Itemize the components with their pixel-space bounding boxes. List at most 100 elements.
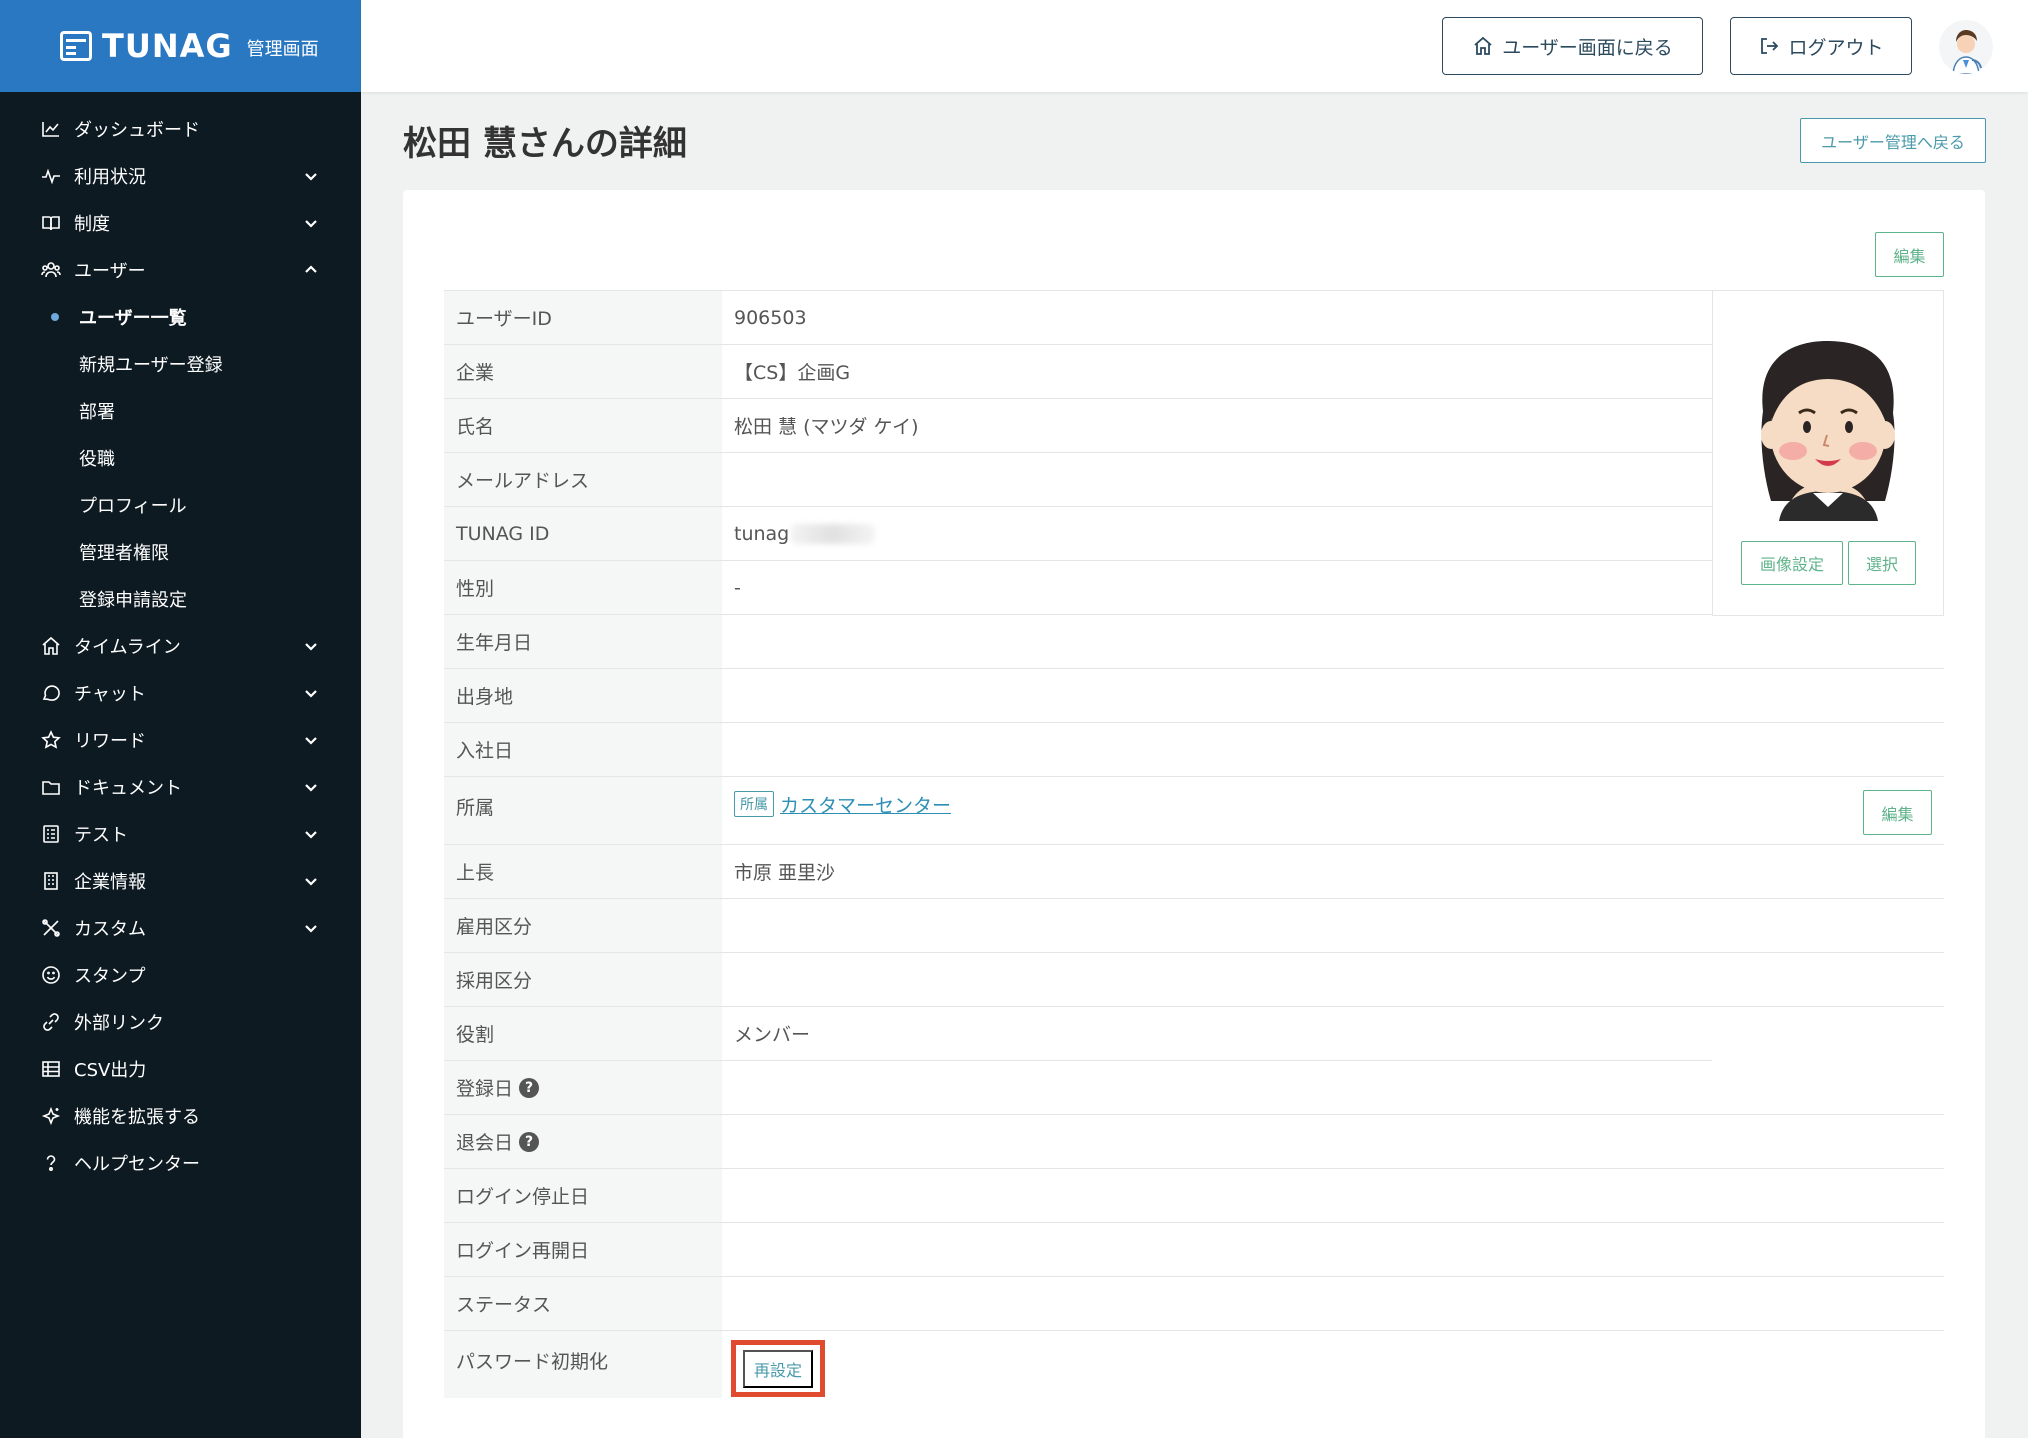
sidebar-item-label: 企業情報	[74, 871, 146, 893]
sidebar-subitem-positions[interactable]: 役職	[0, 434, 361, 481]
row-label: 採用区分	[444, 953, 722, 1006]
table-row: 所属 所属 カスタマーセンター	[444, 776, 1944, 844]
sidebar-subitem-profile[interactable]: プロフィール	[0, 481, 361, 528]
sidebar-item-csv-export[interactable]: CSV出力	[0, 1045, 361, 1092]
logout-label: ログアウト	[1788, 36, 1884, 59]
redacted-blur	[791, 523, 876, 544]
row-label: 出身地	[444, 669, 722, 722]
sidebar-item-stamp[interactable]: スタンプ	[0, 951, 361, 998]
edit-user-button[interactable]: 編集	[1875, 232, 1944, 277]
question-icon[interactable]: ?	[519, 1077, 540, 1098]
sidebar-item-system[interactable]: 制度	[0, 199, 361, 246]
row-value: 所属 カスタマーセンター	[722, 777, 951, 844]
sidebar-item-custom[interactable]: カスタム	[0, 904, 361, 951]
smile-icon	[40, 964, 62, 986]
row-value	[722, 723, 734, 776]
table-row: ユーザーID 906503	[444, 290, 1712, 344]
sidebar-item-dashboard[interactable]: ダッシュボード	[0, 105, 361, 152]
select-image-button[interactable]: 選択	[1848, 541, 1916, 585]
row-value: 【CS】企画G	[734, 362, 851, 384]
question-icon[interactable]: ?	[519, 1131, 540, 1152]
table-row: ログイン再開日	[444, 1222, 1944, 1276]
sidebar-item-label: 制度	[74, 213, 110, 235]
row-label: ログイン停止日	[444, 1169, 722, 1222]
brand-logo: TUNAG	[60, 27, 233, 65]
sidebar-item-label: 利用状況	[74, 166, 146, 188]
registered-label: 登録日	[456, 1078, 514, 1100]
sidebar-item-reward[interactable]: リワード	[0, 716, 361, 763]
department-link[interactable]: カスタマーセンター	[780, 791, 951, 818]
sidebar-item-label: テスト	[74, 824, 128, 846]
row-label: パスワード初期化	[444, 1331, 722, 1398]
sidebar-subitem-admin-permissions[interactable]: 管理者権限	[0, 528, 361, 575]
table-row: パスワード初期化	[444, 1330, 1944, 1398]
edit-department-button[interactable]: 編集	[1863, 790, 1932, 835]
row-value	[722, 1223, 734, 1276]
sidebar-subitem-registration-settings[interactable]: 登録申請設定	[0, 575, 361, 622]
table-row: TUNAG ID tunag	[444, 506, 1712, 560]
table-icon	[40, 1058, 62, 1080]
chevron-down-icon	[303, 638, 319, 654]
link-icon	[40, 1011, 62, 1033]
sidebar-subitem-departments[interactable]: 部署	[0, 387, 361, 434]
checklist-icon	[40, 823, 62, 845]
row-label: 所属	[444, 777, 722, 844]
row-label: 登録日?	[444, 1061, 722, 1114]
row-label: 企業	[444, 345, 722, 398]
table-row: 上長 市原 亜里沙	[444, 844, 1944, 898]
table-row: ログイン停止日	[444, 1168, 1944, 1222]
row-label: 氏名	[444, 399, 722, 452]
back-to-user-management-button[interactable]: ユーザー管理へ戻る	[1800, 118, 1986, 163]
tunag-id-value: tunag	[734, 522, 790, 545]
sidebar-item-users[interactable]: ユーザー	[0, 246, 361, 293]
row-value	[722, 953, 734, 1006]
sidebar-item-external-link[interactable]: 外部リンク	[0, 998, 361, 1045]
row-label: 上長	[444, 845, 722, 898]
sidebar-item-documents[interactable]: ドキュメント	[0, 763, 361, 810]
sidebar-item-usage[interactable]: 利用状況	[0, 152, 361, 199]
help-icon	[40, 1152, 62, 1174]
row-label: メールアドレス	[444, 453, 722, 506]
sidebar-item-help-center[interactable]: ヘルプセンター	[0, 1139, 361, 1186]
row-value: 906503	[734, 306, 807, 329]
chevron-down-icon	[303, 732, 319, 748]
sidebar-item-extend-features[interactable]: 機能を拡張する	[0, 1092, 361, 1139]
sidebar-item-label: スタンプ	[74, 965, 146, 987]
password-reset-button[interactable]: 再設定	[743, 1349, 813, 1388]
table-row: 登録日?	[444, 1060, 1712, 1114]
chevron-down-icon	[303, 215, 319, 231]
sidebar-item-label: カスタム	[74, 918, 146, 940]
brand-header[interactable]: TUNAG 管理画面	[0, 0, 361, 92]
chevron-down-icon	[303, 685, 319, 701]
sidebar-nav: ダッシュボード 利用状況 制度 ユーザー ユーザー一覧 新規ユーザー登録 部署 …	[0, 92, 361, 1186]
sidebar-item-company-info[interactable]: 企業情報	[0, 857, 361, 904]
sidebar-item-chat[interactable]: チャット	[0, 669, 361, 716]
sidebar-subitem-user-list[interactable]: ユーザー一覧	[0, 293, 361, 340]
logout-button[interactable]: ログアウト	[1730, 17, 1912, 75]
star-icon	[40, 729, 62, 751]
sidebar-item-label: 外部リンク	[74, 1012, 164, 1034]
set-image-button[interactable]: 画像設定	[1741, 541, 1843, 585]
department-tag: 所属	[734, 791, 774, 817]
page-title: 松田 慧さんの詳細	[403, 124, 687, 164]
row-value: メンバー	[734, 1024, 811, 1046]
brand-subtitle: 管理画面	[246, 39, 319, 60]
chevron-down-icon	[303, 168, 319, 184]
table-row: 生年月日	[444, 614, 1712, 668]
sidebar-item-test[interactable]: テスト	[0, 810, 361, 857]
row-value	[722, 615, 734, 668]
avatar[interactable]	[1939, 20, 1993, 74]
row-value	[722, 899, 734, 952]
row-label: ステータス	[444, 1277, 722, 1330]
table-row: 採用区分	[444, 952, 1944, 1006]
row-value: -	[734, 576, 741, 599]
sidebar-item-timeline[interactable]: タイムライン	[0, 622, 361, 669]
building-icon	[40, 870, 62, 892]
sidebar-item-label: リワード	[74, 730, 146, 752]
back-to-user-screen-button[interactable]: ユーザー画面に戻る	[1442, 17, 1703, 75]
row-label: 性別	[444, 561, 722, 614]
sidebar-subitem-new-user[interactable]: 新規ユーザー登録	[0, 340, 361, 387]
back-to-user-screen-label: ユーザー画面に戻る	[1502, 36, 1673, 59]
sidebar-item-label: チャット	[74, 683, 146, 705]
sidebar: TUNAG 管理画面 ダッシュボード 利用状況 制度 ユーザー ユーザー一覧 新…	[0, 0, 361, 1438]
